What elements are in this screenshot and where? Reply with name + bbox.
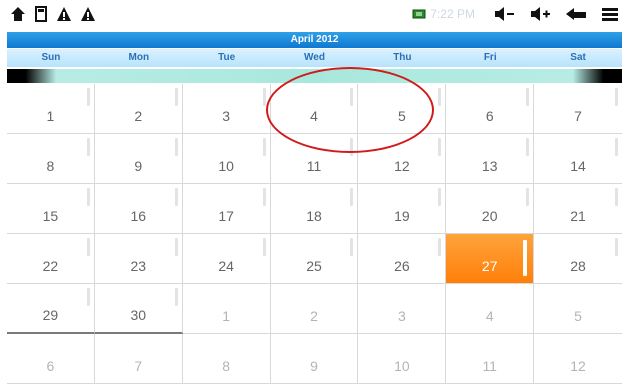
- day-cell-next-month[interactable]: 5: [534, 284, 622, 334]
- day-cell[interactable]: 11: [270, 134, 359, 184]
- day-cell[interactable]: 5: [358, 84, 447, 134]
- day-cell[interactable]: 6: [446, 84, 535, 134]
- weekday-mon: Mon: [128, 52, 150, 63]
- day-cell[interactable]: 15: [7, 184, 95, 234]
- day-cell-next-month[interactable]: 1: [182, 284, 271, 334]
- weekday-sat: Sat: [570, 52, 586, 63]
- back-icon[interactable]: [565, 4, 587, 24]
- week-scroll-strip[interactable]: [7, 69, 622, 83]
- sd-card-icon: [34, 4, 48, 24]
- day-cell[interactable]: 23: [94, 234, 183, 284]
- day-cell[interactable]: 2: [94, 84, 183, 134]
- day-cell[interactable]: 22: [7, 234, 95, 284]
- day-cell[interactable]: 17: [182, 184, 271, 234]
- day-cell[interactable]: 18: [270, 184, 359, 234]
- warning-icon: [56, 4, 72, 24]
- battery-icon: [412, 4, 426, 24]
- day-cell-next-month[interactable]: 3: [358, 284, 447, 334]
- day-cell-next-month[interactable]: 4: [446, 284, 535, 334]
- month-title: April 2012: [7, 32, 622, 48]
- volume-down-icon[interactable]: [493, 4, 515, 24]
- day-cell[interactable]: 16: [94, 184, 183, 234]
- weekday-sun: Sun: [41, 52, 61, 63]
- day-cell[interactable]: 30: [94, 284, 183, 334]
- day-cell[interactable]: 12: [358, 134, 447, 184]
- calendar-grid: 1 2 3 4 5 6 7 8 9 10 11 12 13 14 15 16 1…: [7, 84, 622, 384]
- day-cell[interactable]: 19: [358, 184, 447, 234]
- menu-icon[interactable]: [601, 4, 619, 24]
- day-cell[interactable]: 20: [446, 184, 535, 234]
- home-icon[interactable]: [10, 4, 26, 24]
- weekday-thu: Thu: [393, 52, 412, 63]
- day-cell[interactable]: 24: [182, 234, 271, 284]
- day-cell-next-month[interactable]: 10: [358, 334, 447, 384]
- day-cell-next-month[interactable]: 8: [182, 334, 271, 384]
- day-cell[interactable]: 29: [7, 284, 95, 334]
- day-cell[interactable]: 7: [534, 84, 622, 134]
- day-cell[interactable]: 26: [358, 234, 447, 284]
- weekday-header: Sun Mon Tue Wed Thu Fri Sat: [7, 49, 622, 67]
- volume-up-icon[interactable]: [529, 4, 551, 24]
- clock: 7:22 PM: [408, 5, 479, 23]
- day-cell[interactable]: 28: [534, 234, 622, 284]
- day-cell-next-month[interactable]: 11: [446, 334, 535, 384]
- day-cell[interactable]: 1: [7, 84, 95, 134]
- day-cell-next-month[interactable]: 7: [94, 334, 183, 384]
- day-cell[interactable]: 13: [446, 134, 535, 184]
- day-cell[interactable]: 25: [270, 234, 359, 284]
- day-cell-next-month[interactable]: 9: [270, 334, 359, 384]
- day-cell[interactable]: 10: [182, 134, 271, 184]
- status-bar: 7:22 PM: [0, 0, 629, 28]
- day-cell-next-month[interactable]: 2: [270, 284, 359, 334]
- day-cell[interactable]: 8: [7, 134, 95, 184]
- weekday-tue: Tue: [218, 52, 236, 63]
- day-cell[interactable]: 14: [534, 134, 622, 184]
- status-time: 7:22 PM: [430, 7, 475, 21]
- weekday-fri: Fri: [483, 52, 497, 63]
- day-cell[interactable]: 9: [94, 134, 183, 184]
- day-cell[interactable]: 21: [534, 184, 622, 234]
- warning-icon: [80, 4, 96, 24]
- day-cell[interactable]: 3: [182, 84, 271, 134]
- today-cell[interactable]: 27: [446, 234, 535, 284]
- status-right: 7:22 PM: [408, 4, 619, 24]
- day-cell-next-month[interactable]: 12: [534, 334, 622, 384]
- weekday-wed: Wed: [304, 52, 325, 63]
- day-cell-next-month[interactable]: 6: [7, 334, 95, 384]
- status-left: [10, 4, 96, 24]
- day-cell[interactable]: 4: [270, 84, 359, 134]
